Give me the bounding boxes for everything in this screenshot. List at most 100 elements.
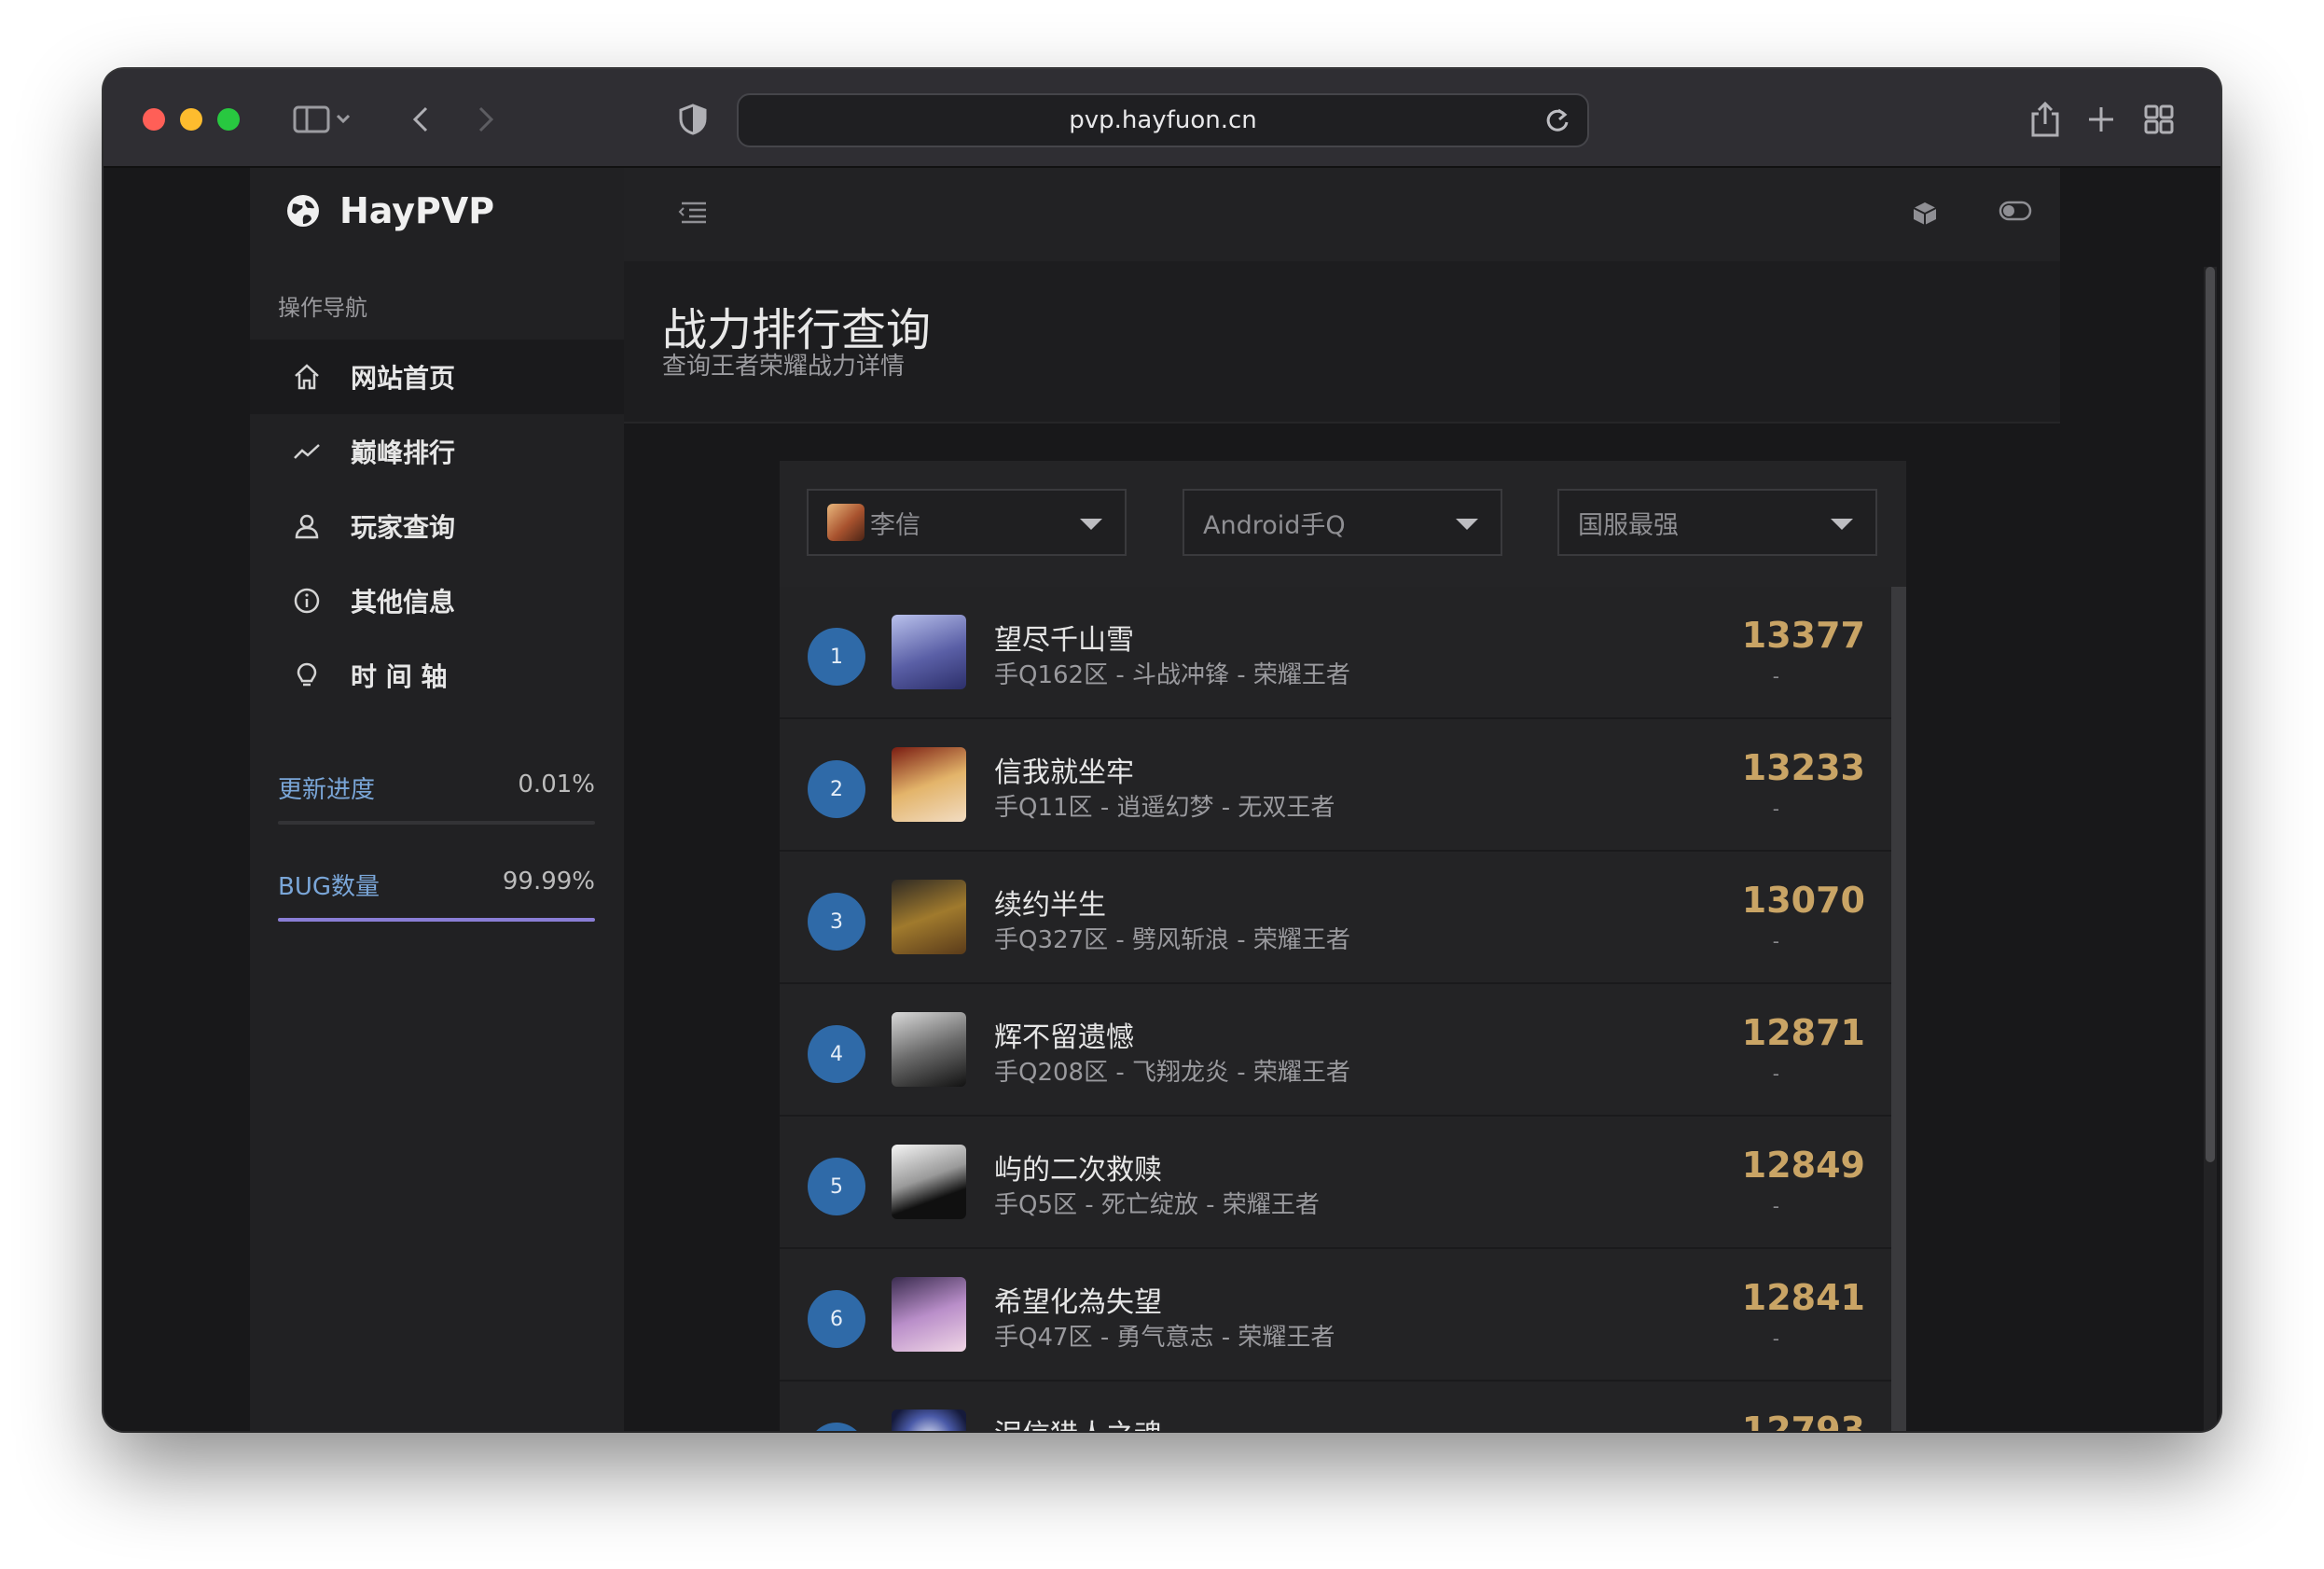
player-name: 辉不留遗憾	[994, 1021, 1134, 1054]
stat-label: 更新进度	[278, 776, 376, 804]
bulb-icon	[291, 660, 323, 691]
player-details: 手Q47区 - 勇气意志 - 荣耀王者	[994, 1324, 1335, 1352]
list-item[interactable]: 6 希望化為失望 手Q47区 - 勇气意志 - 荣耀王者 12841 -	[780, 1249, 1891, 1382]
sidebar-item-label: 其他信息	[351, 587, 456, 618]
stat-label: BUG数量	[278, 873, 380, 901]
theme-toggle-icon[interactable]	[1999, 200, 2032, 226]
sidebar-item-label: 网站首页	[351, 363, 456, 394]
rank-badge: 5	[808, 1158, 865, 1215]
chevron-down-icon	[1456, 519, 1478, 530]
page-subtitle: 查询王者荣耀战力详情	[662, 353, 906, 381]
player-details: 手Q208区 - 飞翔龙炎 - 荣耀王者	[994, 1059, 1350, 1087]
minimize-window-button[interactable]	[180, 108, 202, 131]
sidebar-item-other-info[interactable]: 其他信息	[250, 563, 624, 638]
list-scrollbar[interactable]	[1891, 587, 1906, 1431]
power-score: 12793	[1741, 1409, 1865, 1431]
page: HayPVP 操作导航 网站首页 巅峰排行 玩家查询 其他信息 时 间 轴 更新…	[104, 168, 2220, 1431]
brand-name: HayPVP	[339, 190, 495, 231]
player-details: 手Q11区 - 逍遥幻梦 - 无双王者	[994, 794, 1335, 822]
rank-badge: 4	[808, 1025, 865, 1083]
player-name: 信我就坐牢	[994, 757, 1134, 789]
stat-bug-count: BUG数量 99.99%	[278, 868, 595, 902]
sidebar-item-player-search[interactable]: 玩家查询	[250, 489, 624, 563]
platform-select[interactable]: Android手Q	[1183, 489, 1502, 556]
player-avatar	[892, 747, 966, 822]
player-avatar	[892, 1277, 966, 1352]
sidebar-toggle-icon[interactable]	[285, 97, 360, 142]
player-details: 手Q162区 - 斗战冲锋 - 荣耀王者	[994, 661, 1350, 689]
power-score: 12871	[1741, 1012, 1865, 1053]
score-sub: -	[1772, 1062, 1779, 1085]
bug-progress-bar	[278, 918, 595, 922]
menu-collapse-icon[interactable]	[678, 200, 708, 228]
player-avatar	[892, 1145, 966, 1219]
list-item[interactable]: 5 屿的二次救赎 手Q5区 - 死亡绽放 - 荣耀王者 12849 -	[780, 1117, 1891, 1249]
rank-badge: 2	[808, 760, 865, 818]
player-avatar	[892, 1409, 966, 1431]
reload-icon[interactable]	[1544, 106, 1570, 141]
region-select-value: 国服最强	[1578, 510, 1679, 540]
info-icon	[291, 585, 323, 617]
home-icon	[291, 361, 323, 393]
zoom-window-button[interactable]	[217, 108, 240, 131]
player-name: 屿的二次救赎	[994, 1154, 1162, 1187]
hero-avatar	[827, 504, 865, 541]
player-details: 手Q5区 - 死亡绽放 - 荣耀王者	[994, 1191, 1320, 1219]
score-sub: -	[1772, 798, 1779, 820]
address-bar[interactable]: pvp.hayfuon.cn	[737, 93, 1589, 147]
sidebar-item-timeline[interactable]: 时 间 轴	[250, 638, 624, 713]
page-scrollbar[interactable]	[2204, 267, 2217, 1431]
rank-badge: 3	[808, 893, 865, 951]
brand[interactable]: HayPVP	[285, 190, 494, 231]
nav-section-title: 操作导航	[278, 295, 367, 321]
shield-icon[interactable]	[674, 97, 712, 142]
player-avatar	[892, 1012, 966, 1087]
forward-icon[interactable]	[467, 97, 505, 142]
rank-badge: 1	[808, 628, 865, 686]
player-name: 续约半生	[994, 889, 1106, 922]
player-name: 希望化為失望	[994, 1286, 1162, 1319]
power-score: 12849	[1741, 1145, 1865, 1186]
globe-icon	[287, 195, 319, 227]
stat-value: 0.01%	[518, 771, 595, 798]
share-icon[interactable]	[2025, 97, 2066, 142]
region-select[interactable]: 国服最强	[1557, 489, 1877, 556]
browser-titlebar: pvp.hayfuon.cn	[104, 69, 2220, 168]
power-score: 13377	[1741, 615, 1865, 656]
player-name: 泥信猎人之魂	[994, 1411, 1162, 1431]
score-sub: -	[1772, 1195, 1779, 1217]
top-bar	[624, 168, 2060, 261]
sidebar-item-ranking[interactable]: 巅峰排行	[250, 414, 624, 489]
update-progress-bar	[278, 821, 595, 825]
hero-select-value: 李信	[870, 510, 920, 540]
power-score: 13070	[1741, 880, 1865, 921]
chevron-down-icon	[1080, 519, 1102, 530]
list-item[interactable]: 2 信我就坐牢 手Q11区 - 逍遥幻梦 - 无双王者 13233 -	[780, 719, 1891, 852]
rank-badge: 6	[808, 1290, 865, 1348]
sidebar-item-label: 巅峰排行	[351, 437, 456, 468]
rank-badge: 7	[808, 1423, 865, 1431]
power-score: 12841	[1741, 1277, 1865, 1318]
user-icon	[291, 510, 323, 542]
list-item[interactable]: 3 续约半生 手Q327区 - 劈风斩浪 - 荣耀王者 13070 -	[780, 852, 1891, 984]
back-icon[interactable]	[402, 97, 439, 142]
browser-window: pvp.hayfuon.cn HayPVP 操作导航 网站首页 巅峰排行 玩家查…	[104, 69, 2220, 1431]
hero-select[interactable]: 李信	[807, 489, 1127, 556]
list-item[interactable]: 7 泥信猎人之魂 12793	[780, 1382, 1891, 1431]
cube-icon[interactable]	[1911, 200, 1939, 231]
score-sub: -	[1772, 1327, 1779, 1350]
main-content: 战力排行查询 查询王者荣耀战力详情 李信 Android手Q 国服最强 1 望尽…	[624, 261, 2060, 1431]
player-name: 望尽千山雪	[994, 624, 1134, 657]
page-header: 战力排行查询 查询王者荣耀战力详情	[624, 261, 2060, 423]
list-item[interactable]: 4 辉不留遗憾 手Q208区 - 飞翔龙炎 - 荣耀王者 12871 -	[780, 984, 1891, 1117]
chevron-down-icon	[1831, 519, 1853, 530]
stat-value: 99.99%	[502, 868, 595, 896]
page-scrollbar-thumb[interactable]	[2206, 267, 2215, 1162]
list-item[interactable]: 1 望尽千山雪 手Q162区 - 斗战冲锋 - 荣耀王者 13377 -	[780, 587, 1891, 719]
tab-overview-icon[interactable]	[2138, 97, 2179, 142]
power-score: 13233	[1741, 747, 1865, 788]
new-tab-icon[interactable]	[2081, 97, 2122, 142]
score-sub: -	[1772, 665, 1779, 687]
close-window-button[interactable]	[143, 108, 165, 131]
sidebar-item-home[interactable]: 网站首页	[250, 340, 624, 414]
